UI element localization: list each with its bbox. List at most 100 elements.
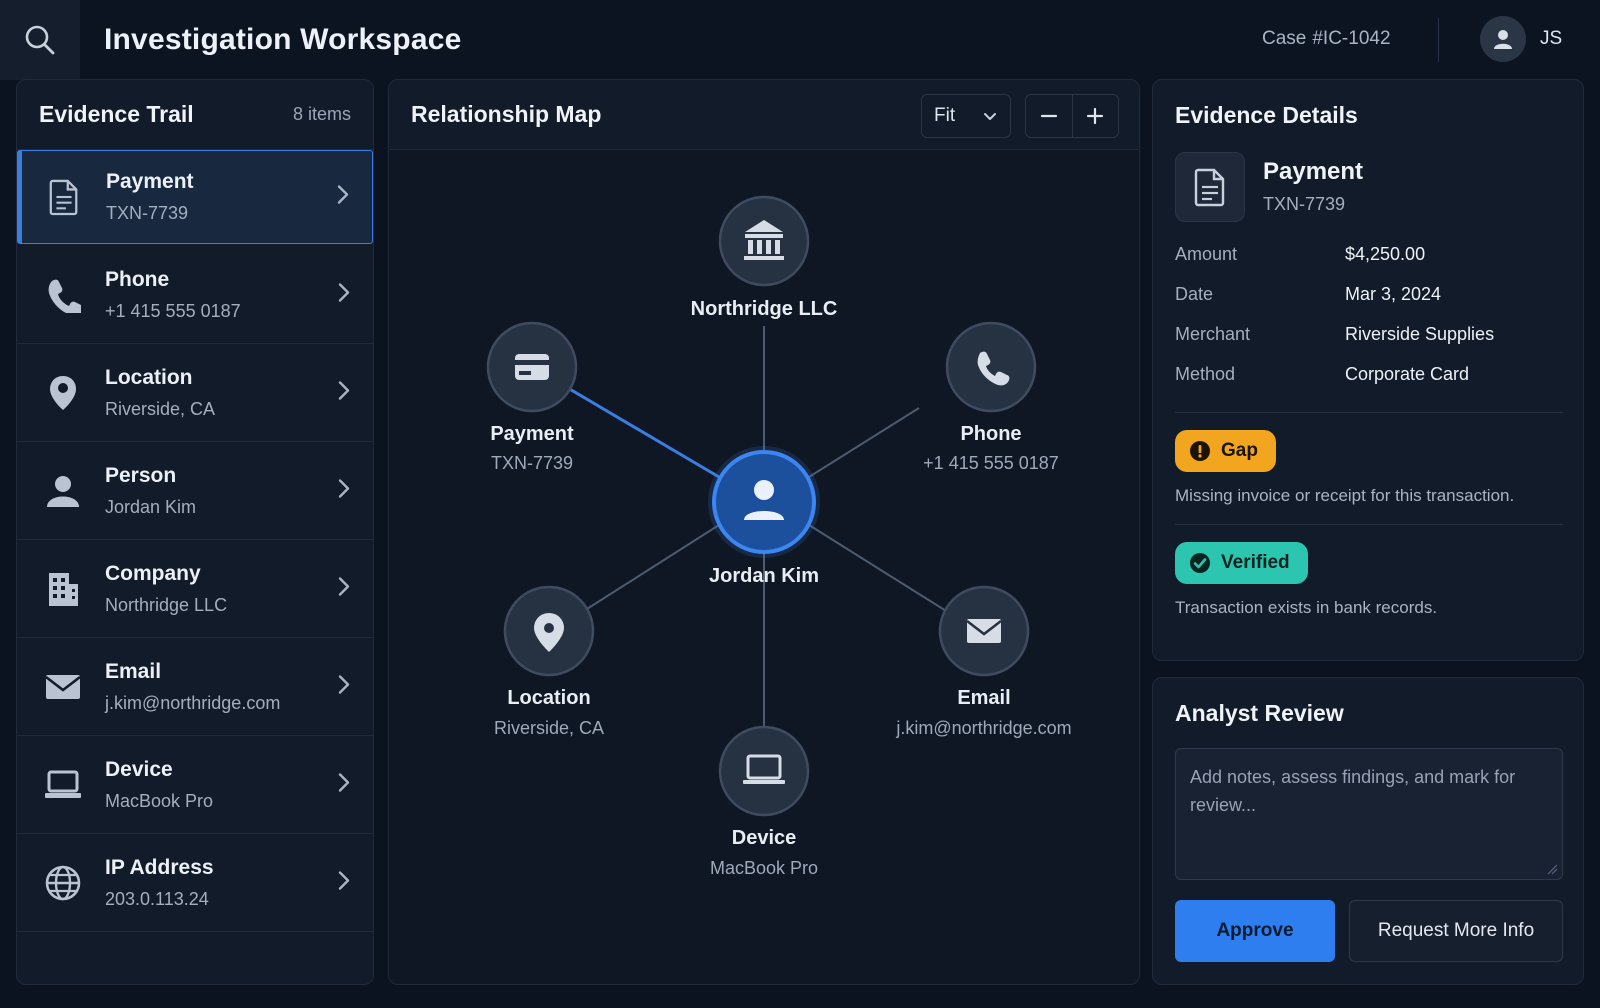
resize-grip-icon[interactable] <box>1546 863 1558 875</box>
evidence-item-title: Phone <box>105 267 170 291</box>
evidence-item-text: Phone +1 415 555 0187 <box>105 268 241 322</box>
node-phone-sub: +1 415 555 0187 <box>923 453 1059 473</box>
evidence-item-sub: TXN-7739 <box>106 203 189 223</box>
case-label-text: Case <box>1262 28 1307 49</box>
evidence-item-email[interactable]: Email j.kim@northridge.com <box>17 638 373 736</box>
node-email-label: Email <box>957 687 1011 709</box>
field-value-amount: $4,250.00 <box>1345 244 1426 264</box>
evidence-item-sub: Jordan Kim <box>105 496 197 517</box>
evidence-item-company[interactable]: Company Northridge LLC <box>17 540 373 638</box>
evidence-item-device[interactable]: Device MacBook Pro <box>17 736 373 834</box>
minus-icon <box>1040 114 1057 118</box>
field-value-date: Mar 3, 2024 <box>1345 284 1442 304</box>
review-notes-placeholder: Add notes, assess findings, and mark for… <box>1190 767 1516 815</box>
evidence-trail-title: Evidence Trail <box>39 101 194 127</box>
search-icon <box>25 25 55 55</box>
globe-icon <box>41 861 85 905</box>
document-icon <box>1194 168 1225 207</box>
evidence-item-text: Payment TXN-7739 <box>106 170 194 224</box>
field-key-method: Method <box>1175 364 1236 384</box>
evidence-list: Payment TXN-7739 Phone +1 415 555 0187 Locat… <box>17 150 373 932</box>
node-company[interactable] <box>718 195 810 287</box>
envelope-icon <box>41 665 85 709</box>
location-pin-icon <box>41 371 85 415</box>
credit-card-icon <box>515 354 549 380</box>
evidence-item-phone[interactable]: Phone +1 415 555 0187 <box>17 246 373 344</box>
approve-button[interactable]: Approve <box>1175 900 1335 962</box>
evidence-details-title: Evidence Details <box>1175 102 1358 128</box>
node-location-label: Location <box>507 687 591 709</box>
case-label: Case #IC-1042 <box>1262 28 1391 50</box>
field-key-merchant: Merchant <box>1175 324 1251 344</box>
evidence-item-text: IP Address 203.0.113.24 <box>105 856 214 910</box>
analyst-review-title: Analyst Review <box>1175 700 1344 726</box>
evidence-item-sub: j.kim@northridge.com <box>105 692 281 713</box>
evidence-item-text: Location Riverside, CA <box>105 366 215 420</box>
evidence-item-title: Company <box>105 561 201 585</box>
verified-badge: Verified <box>1175 542 1308 584</box>
request-more-info-label: Request More Info <box>1377 920 1535 941</box>
gap-badge-label: Gap <box>1221 440 1258 461</box>
node-phone-label: Phone <box>960 423 1022 445</box>
gap-note: Missing invoice or receipt for this tran… <box>1175 486 1515 505</box>
field-key-amount: Amount <box>1175 244 1238 264</box>
top-bar: Investigation Workspace Case #IC-1042 JS <box>0 0 1600 80</box>
evidence-item-text: Device MacBook Pro <box>105 758 213 812</box>
chevron-right-icon <box>337 673 351 700</box>
user-icon <box>1494 30 1512 49</box>
user-initials[interactable]: JS <box>1540 28 1562 50</box>
fit-dropdown-value: Fit <box>934 105 956 126</box>
document-icon <box>42 175 86 219</box>
details-divider-2 <box>1175 524 1563 525</box>
evidence-item-title: Device <box>105 757 173 781</box>
evidence-item-ip-address[interactable]: IP Address 203.0.113.24 <box>17 834 373 932</box>
evidence-item-title: IP Address <box>105 855 214 879</box>
document-tile <box>1175 152 1245 222</box>
chevron-right-icon <box>337 477 351 504</box>
evidence-item-payment[interactable]: Payment TXN-7739 <box>17 150 373 244</box>
gap-badge: Gap <box>1175 430 1276 472</box>
person-icon <box>41 469 85 513</box>
review-notes-input[interactable]: Add notes, assess findings, and mark for… <box>1175 748 1563 880</box>
search-button[interactable] <box>0 0 80 80</box>
zoom-in-button[interactable] <box>1071 95 1119 137</box>
relationship-map-title: Relationship Map <box>411 101 602 127</box>
evidence-item-location[interactable]: Location Riverside, CA <box>17 344 373 442</box>
details-item-title: Payment <box>1263 158 1364 185</box>
evidence-trail-panel: Evidence Trail 8 items Payment TXN-7739 Ph… <box>16 79 374 985</box>
evidence-details-panel: Evidence Details Payment TXN-7739 Amount… <box>1152 79 1584 661</box>
evidence-item-title: Location <box>105 365 193 389</box>
chevron-right-icon <box>337 281 351 308</box>
zoom-out-button[interactable] <box>1026 95 1072 137</box>
zoom-controls <box>1025 94 1119 138</box>
evidence-item-text: Person Jordan Kim <box>105 464 196 518</box>
node-device[interactable] <box>718 725 810 817</box>
evidence-item-sub: Riverside, CA <box>105 398 216 419</box>
node-email-sub: j.kim@northridge.com <box>896 718 1072 738</box>
node-location[interactable] <box>503 585 595 677</box>
details-item-sub: TXN-7739 <box>1263 194 1346 214</box>
evidence-trail-header: Evidence Trail 8 items <box>17 80 373 150</box>
node-payment[interactable] <box>486 321 578 413</box>
request-more-info-button[interactable]: Request More Info <box>1349 900 1563 962</box>
node-device-sub: MacBook Pro <box>709 858 819 878</box>
chevron-down-icon <box>984 113 996 120</box>
details-divider-1 <box>1175 412 1563 413</box>
evidence-item-text: Company Northridge LLC <box>105 562 227 616</box>
node-device-label: Device <box>731 827 797 849</box>
envelope-icon <box>966 619 1002 643</box>
node-company-label: Northridge LLC <box>690 298 838 320</box>
chevron-right-icon <box>337 379 351 406</box>
plus-icon <box>1087 107 1104 125</box>
topbar-divider <box>1438 18 1439 62</box>
node-center-person[interactable] <box>708 446 820 558</box>
node-email[interactable] <box>938 585 1030 677</box>
fit-dropdown[interactable]: Fit <box>921 94 1011 138</box>
avatar[interactable] <box>1480 16 1526 62</box>
evidence-item-text: Email j.kim@northridge.com <box>105 660 280 714</box>
check-circle-icon <box>1190 553 1210 573</box>
evidence-item-person[interactable]: Person Jordan Kim <box>17 442 373 540</box>
node-phone[interactable] <box>945 321 1037 413</box>
warning-icon <box>1190 441 1210 461</box>
evidence-item-sub: 203.0.113.24 <box>105 888 209 909</box>
